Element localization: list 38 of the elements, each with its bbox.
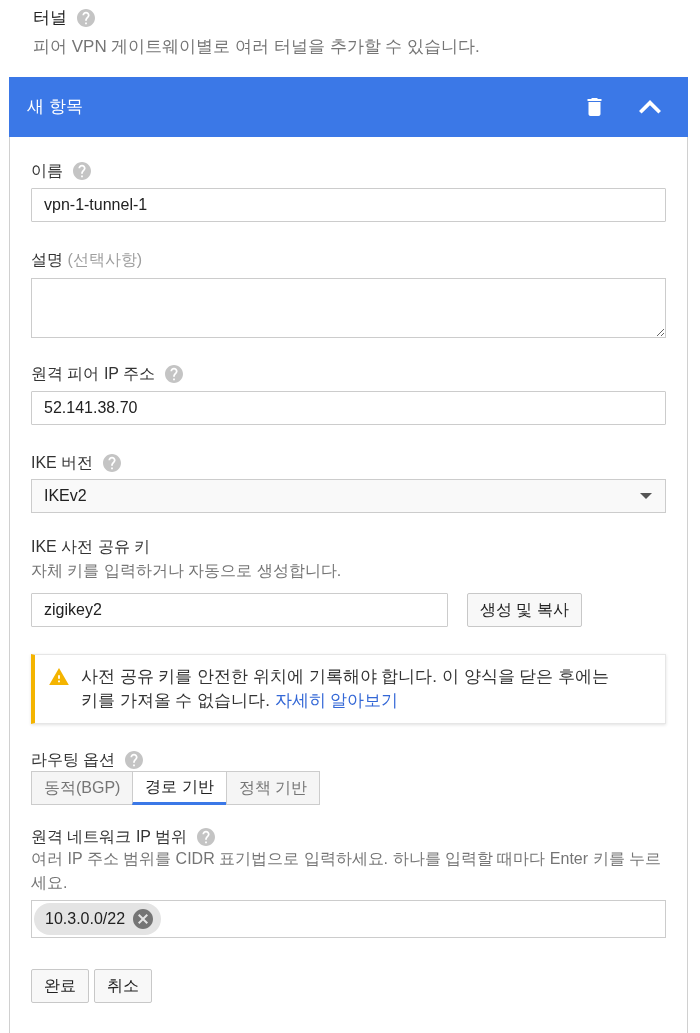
field-label: IKE 사전 공유 키 (31, 537, 151, 557)
remove-icon[interactable] (133, 909, 154, 929)
field-label: IKE 버전 (31, 453, 94, 473)
ip-range-text: 10.3.0.0/22 (45, 910, 126, 928)
field-label: 원격 네트워크 IP 범위 (31, 827, 188, 847)
field-label: 설명 (선택사항) (31, 250, 143, 270)
help-icon[interactable] (165, 365, 184, 383)
help-icon[interactable] (197, 828, 216, 846)
caret-icon (640, 493, 652, 499)
field-label: 원격 피어 IP 주소 (31, 364, 156, 384)
help-icon[interactable] (125, 751, 144, 769)
chip-input-field[interactable]: 10.3.0.0/22 (31, 900, 666, 938)
dropdown-select[interactable]: IKEv2 (31, 479, 666, 513)
routing-tab[interactable]: 동적(BGP) (31, 771, 134, 805)
generate-copy-button[interactable]: 생성 및 복사 (467, 593, 582, 627)
panel-title: 새 항목 (27, 96, 84, 118)
warning-text: 사전 공유 키를 안전한 위치에 기록해야 합니다. 이 양식을 닫은 후에는 키를 가져올 수 없습니다. 자세히 알아보기 (81, 666, 610, 712)
section-title: 터널 (33, 7, 67, 29)
key-input-field[interactable]: zigikey2 (31, 593, 448, 627)
field-hint: 자체 키를 입력하거나 자동으로 생성합니다. (31, 561, 343, 581)
text-input-field[interactable]: vpn-1-tunnel-1 (31, 188, 666, 222)
textarea-field[interactable] (31, 278, 666, 338)
routing-tab[interactable]: 정책 기반 (225, 771, 321, 805)
field-hint: 여러 IP 주소 범위를 CIDR 표기법으로 입력하세요. 하나를 입력할 때마다 Enter 키를 누르세요. (31, 849, 662, 893)
routing-tab[interactable]: 경로 기반 (132, 771, 227, 805)
warning-icon (49, 668, 69, 685)
chevron-up-icon[interactable] (639, 100, 661, 114)
form-button[interactable]: 취소 (94, 969, 152, 1003)
trash-icon[interactable] (587, 98, 602, 116)
help-icon[interactable] (73, 162, 91, 180)
field-label: 라우팅 옵션 (31, 750, 116, 770)
text-input-field[interactable]: 52.141.38.70 (31, 391, 666, 425)
section-description: 피어 VPN 게이트웨이별로 여러 터널을 추가할 수 있습니다. (33, 36, 481, 58)
field-label: 이름 (31, 161, 63, 181)
learn-more-link[interactable]: 자세히 알아보기 (274, 691, 399, 710)
help-icon[interactable] (77, 9, 95, 27)
help-icon[interactable] (103, 454, 122, 472)
form-button[interactable]: 완료 (31, 969, 89, 1003)
